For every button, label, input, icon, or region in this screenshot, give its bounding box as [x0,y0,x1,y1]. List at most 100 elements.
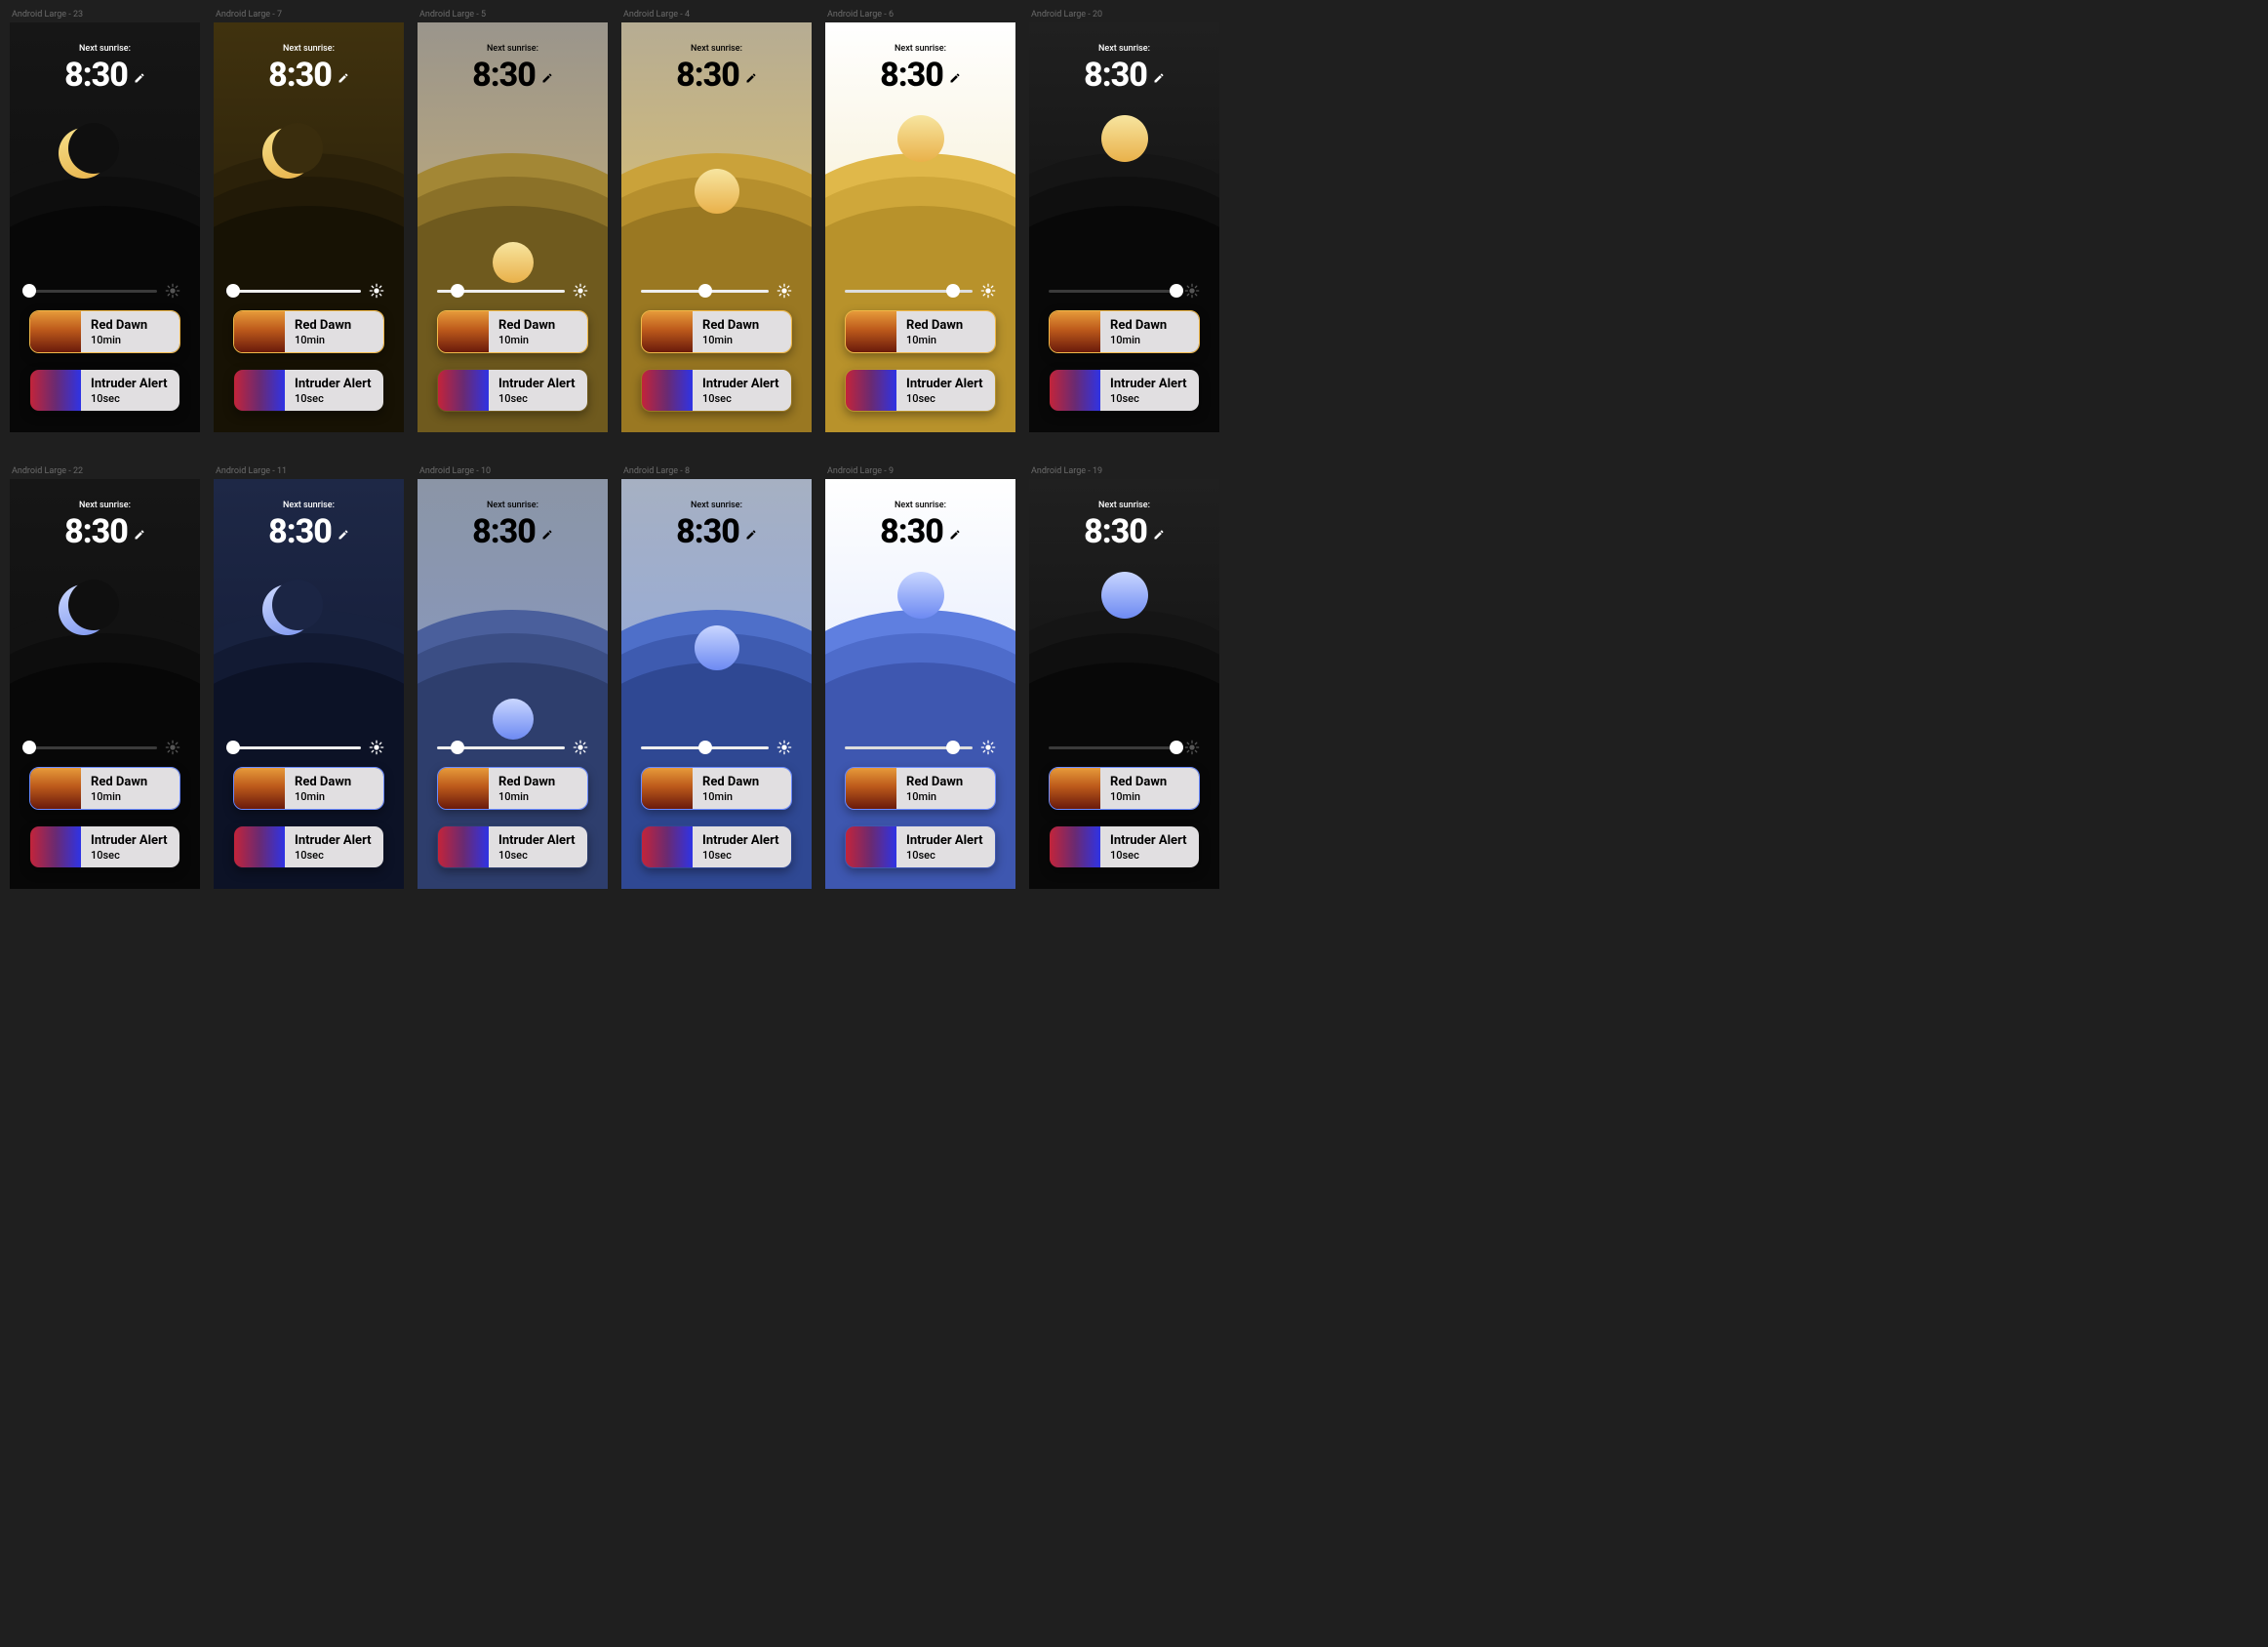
time-display: 8:30 [268,56,332,95]
slider-thumb[interactable] [946,284,960,298]
time-display: 8:30 [1084,56,1147,95]
edit-icon[interactable] [134,69,145,81]
preset-subtitle: 10min [702,334,781,346]
sunrise-label: Next sunrise: [621,501,812,510]
preset-intruder-alert-button[interactable]: Intruder Alert10sec [437,825,588,868]
slider-thumb[interactable] [1170,284,1183,298]
time-display: 8:30 [268,512,332,551]
preset-red-dawn-button[interactable]: Red Dawn10min [641,310,792,353]
preset-intruder-alert-button[interactable]: Intruder Alert10sec [641,369,792,412]
brightness-slider[interactable] [641,740,792,755]
preset-intruder-alert-button[interactable]: Intruder Alert10sec [845,825,996,868]
preset-red-dawn-button[interactable]: Red Dawn10min [1049,767,1200,810]
sunrise-label: Next sunrise: [10,44,200,54]
edit-icon[interactable] [745,69,757,81]
brightness-slider[interactable] [233,740,384,755]
device-frame: Next sunrise: 8:30 Red Dawn10min Intruder A… [214,22,404,432]
preset-intruder-alert-button[interactable]: Intruder Alert10sec [29,369,180,412]
preset-swatch [30,768,81,809]
frame-label: Android Large - 8 [621,466,812,476]
device-frame: Next sunrise:8:30Red Dawn10minIntruder A… [825,479,1015,889]
edit-icon[interactable] [949,526,961,538]
preset-swatch [846,826,896,867]
preset-red-dawn-button[interactable]: Red Dawn10min [845,310,996,353]
edit-icon[interactable] [1153,526,1165,538]
sunrise-label: Next sunrise: [1029,44,1219,54]
preset-subtitle: 10min [498,790,577,803]
preset-title: Red Dawn [498,318,577,333]
preset-swatch [846,370,896,411]
preset-swatch [846,311,896,352]
preset-red-dawn-button[interactable]: Red Dawn10min [29,310,180,353]
brightness-slider[interactable] [29,740,180,755]
slider-thumb[interactable] [451,284,464,298]
brightness-slider[interactable] [437,283,588,299]
slider-thumb[interactable] [22,284,36,298]
sunrise-label: Next sunrise: [418,501,608,510]
sun-icon [695,169,739,214]
preset-subtitle: 10min [295,790,374,803]
brightness-slider[interactable] [845,740,996,755]
preset-intruder-alert-button[interactable]: Intruder Alert10sec [29,825,180,868]
slider-thumb[interactable] [698,284,712,298]
preset-red-dawn-button[interactable]: Red Dawn10min [641,767,792,810]
brightness-icon [1184,740,1200,755]
edit-icon[interactable] [1153,69,1165,81]
slider-thumb[interactable] [451,741,464,754]
preset-intruder-alert-button[interactable]: Intruder Alert10sec [233,825,384,868]
time-display: 8:30 [472,512,536,551]
preset-title: Intruder Alert [91,833,170,848]
brightness-slider[interactable] [1049,283,1200,299]
preset-swatch [642,370,693,411]
preset-intruder-alert-button[interactable]: Intruder Alert10sec [641,825,792,868]
slider-thumb[interactable] [226,741,240,754]
brightness-slider[interactable] [437,740,588,755]
preset-title: Red Dawn [91,775,170,789]
preset-red-dawn-button[interactable]: Red Dawn10min [29,767,180,810]
edit-icon[interactable] [541,526,553,538]
preset-red-dawn-button[interactable]: Red Dawn10min [233,767,384,810]
preset-subtitle: 10sec [1110,392,1189,405]
brightness-slider[interactable] [29,283,180,299]
slider-thumb[interactable] [22,741,36,754]
preset-red-dawn-button[interactable]: Red Dawn10min [845,767,996,810]
sunrise-label: Next sunrise: [214,44,404,54]
preset-subtitle: 10min [1110,790,1189,803]
slider-thumb[interactable] [946,741,960,754]
slider-thumb[interactable] [698,741,712,754]
brightness-slider[interactable] [1049,740,1200,755]
brightness-slider[interactable] [641,283,792,299]
slider-thumb[interactable] [226,284,240,298]
edit-icon[interactable] [541,69,553,81]
preset-red-dawn-button[interactable]: Red Dawn10min [233,310,384,353]
preset-subtitle: 10min [91,334,170,346]
preset-swatch [1050,768,1100,809]
brightness-slider[interactable] [845,283,996,299]
preset-swatch [234,370,285,411]
preset-intruder-alert-button[interactable]: Intruder Alert10sec [1049,825,1200,868]
preset-intruder-alert-button[interactable]: Intruder Alert10sec [845,369,996,412]
edit-icon[interactable] [134,526,145,538]
preset-red-dawn-button[interactable]: Red Dawn10min [437,310,588,353]
preset-intruder-alert-button[interactable]: Intruder Alert10sec [437,369,588,412]
preset-swatch [1050,311,1100,352]
preset-subtitle: 10sec [295,849,374,862]
edit-icon[interactable] [338,69,349,81]
slider-thumb[interactable] [1170,741,1183,754]
edit-icon[interactable] [949,69,961,81]
time-display: 8:30 [64,56,128,95]
preset-subtitle: 10sec [91,849,170,862]
preset-swatch [642,768,693,809]
preset-subtitle: 10sec [295,392,374,405]
device-frame: Next sunrise:8:30Red Dawn10minIntruder A… [621,479,812,889]
sun-icon [1101,115,1148,162]
preset-red-dawn-button[interactable]: Red Dawn10min [1049,310,1200,353]
preset-red-dawn-button[interactable]: Red Dawn10min [437,767,588,810]
preset-intruder-alert-button[interactable]: Intruder Alert10sec [233,369,384,412]
preset-swatch [438,370,489,411]
brightness-slider[interactable] [233,283,384,299]
preset-intruder-alert-button[interactable]: Intruder Alert10sec [1049,369,1200,412]
edit-icon[interactable] [338,526,349,538]
brightness-icon [980,283,996,299]
edit-icon[interactable] [745,526,757,538]
